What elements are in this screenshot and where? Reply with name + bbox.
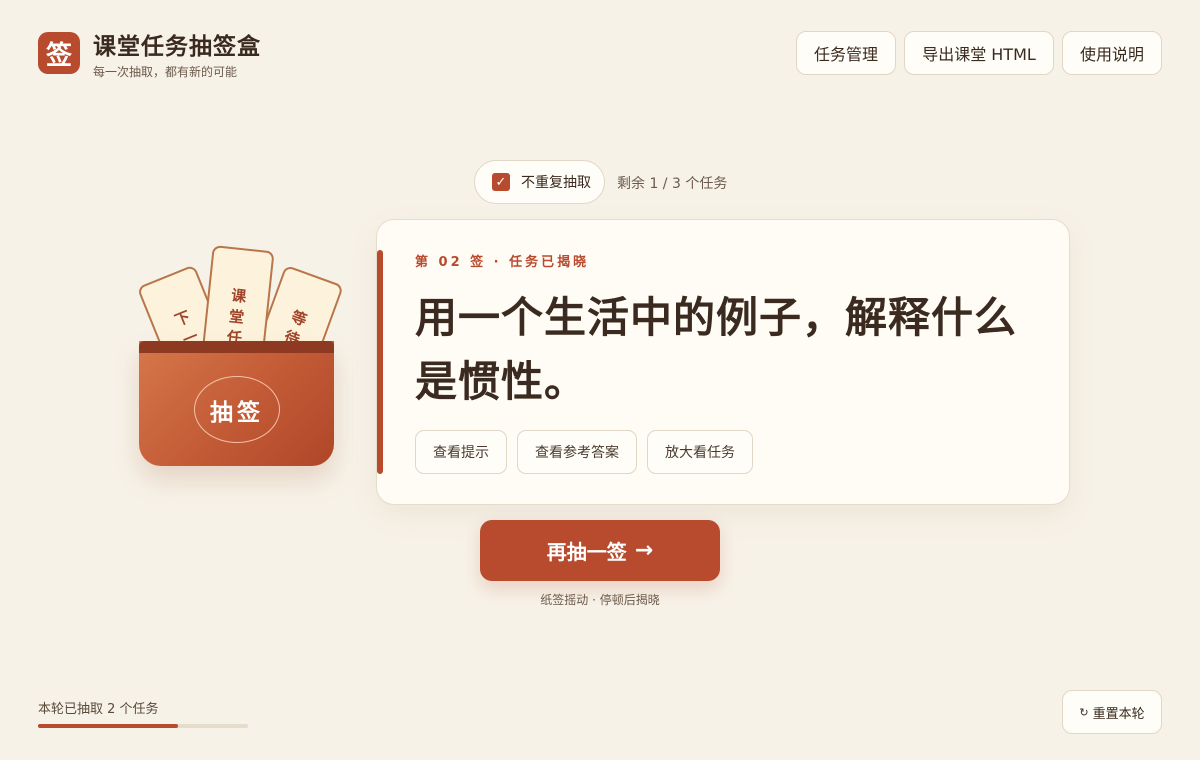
- app-title: 课堂任务抽签盒: [93, 34, 261, 60]
- draw-again-button[interactable]: 再抽一签 →: [480, 520, 720, 581]
- task-title: 用一个生活中的例子，解释什么是惯性。: [415, 293, 1018, 406]
- ticket-char: 堂: [228, 307, 245, 327]
- round-progress-bar: [38, 724, 248, 728]
- round-progress-label: 本轮已抽取 2 个任务: [38, 702, 159, 717]
- no-repeat-toggle[interactable]: ✓ 不重复抽取: [474, 160, 605, 204]
- show-hint-button[interactable]: 查看提示: [415, 430, 507, 474]
- reset-round-button[interactable]: ↻ 重置本轮: [1062, 690, 1162, 734]
- task-management-button[interactable]: 任务管理: [796, 31, 896, 75]
- show-answer-button[interactable]: 查看参考答案: [517, 430, 637, 474]
- draw-again-label: 再抽一签: [546, 540, 627, 564]
- help-button[interactable]: 使用说明: [1062, 31, 1162, 75]
- task-card-accent: [377, 250, 383, 474]
- remaining-count: 剩余 1 / 3 个任务: [617, 176, 728, 192]
- export-html-button[interactable]: 导出课堂 HTML: [904, 31, 1054, 75]
- reset-icon: ↻: [1079, 705, 1089, 719]
- draw-box-badge: 抽签: [194, 376, 280, 443]
- no-repeat-checkbox[interactable]: ✓: [492, 173, 510, 191]
- draw-box-rim: [139, 341, 334, 353]
- app-subtitle: 每一次抽取，都有新的可能: [93, 65, 238, 79]
- arrow-right-icon: →: [634, 538, 654, 563]
- task-meta: 第 02 签 · 任务已揭晓: [415, 255, 590, 270]
- app-logo-icon: 签: [38, 32, 80, 74]
- ticket-char: 课: [230, 286, 248, 306]
- round-progress-fill: [38, 724, 179, 728]
- draw-hint: 纸签摇动 · 停顿后揭晓: [540, 593, 660, 607]
- reset-round-label: 重置本轮: [1092, 706, 1145, 722]
- zoom-task-button[interactable]: 放大看任务: [647, 430, 753, 474]
- no-repeat-label: 不重复抽取: [521, 175, 591, 191]
